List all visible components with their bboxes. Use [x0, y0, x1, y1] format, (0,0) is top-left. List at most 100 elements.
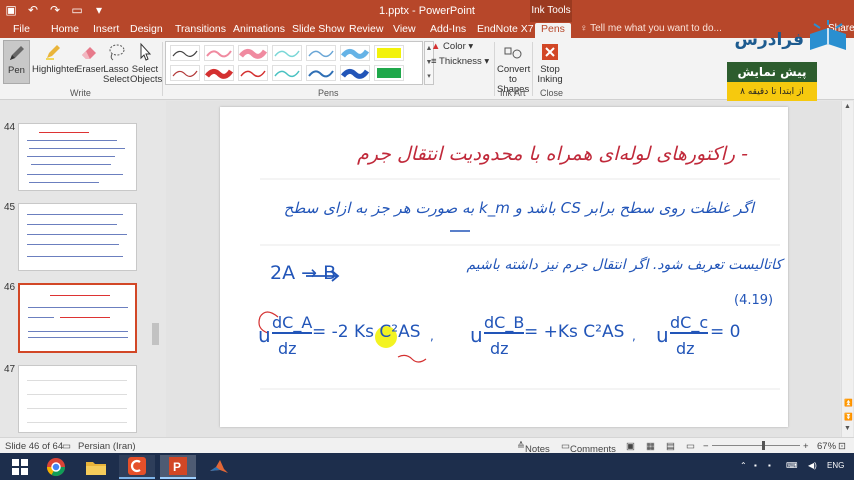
- comments-button[interactable]: ▭ Comments: [561, 441, 616, 455]
- slide-sorter-icon[interactable]: ▦: [646, 441, 655, 452]
- folder-icon: [86, 462, 106, 475]
- pen-swatch[interactable]: [238, 65, 268, 81]
- tab-file[interactable]: File: [13, 23, 30, 35]
- thumb-ink: [28, 307, 128, 308]
- pen-swatch[interactable]: [272, 65, 302, 81]
- scroll-up-icon[interactable]: ▲: [844, 103, 851, 110]
- pen-swatch[interactable]: [374, 65, 404, 81]
- slideshow-view-icon[interactable]: ▭: [686, 441, 695, 452]
- slide-thumbnail[interactable]: [18, 365, 137, 433]
- color-dropdown[interactable]: ▲ Color ▾: [431, 42, 481, 52]
- next-slide-icon[interactable]: ⏬: [844, 413, 853, 421]
- slide-canvas[interactable]: - راکتورهای لوله‌ای همراه با محدودیت انت…: [220, 107, 788, 427]
- pen-swatch[interactable]: [204, 45, 234, 61]
- tab-pens[interactable]: Pens: [535, 23, 571, 38]
- pen-stroke-teal: [274, 70, 300, 78]
- tab-insert[interactable]: Insert: [93, 23, 119, 35]
- status-bar: Slide 46 of 64 ▭ Persian (Iran) ≙ Notes …: [0, 437, 854, 455]
- pen-button[interactable]: Pen: [3, 40, 30, 84]
- select-objects-button[interactable]: Select Objects: [130, 40, 162, 85]
- language-indicator-taskbar[interactable]: ENG: [827, 461, 844, 470]
- tab-endnote[interactable]: EndNote X7: [477, 23, 534, 35]
- lasso-select-button[interactable]: Lasso Select: [103, 40, 129, 85]
- thickness-icon: ≡: [431, 56, 437, 67]
- spellcheck-icon[interactable]: ▭: [62, 441, 71, 452]
- start-button[interactable]: [2, 455, 38, 479]
- slide-thumbnail[interactable]: [18, 203, 137, 271]
- pen-label: Pen: [8, 65, 25, 76]
- prev-slide-icon[interactable]: ⏫: [844, 399, 853, 407]
- pen-swatch[interactable]: [204, 65, 234, 81]
- thumbnails-scrollbar[interactable]: [151, 105, 160, 431]
- slide-thumbnail[interactable]: [18, 123, 137, 191]
- thumb-ink: [27, 140, 117, 141]
- language-indicator[interactable]: Persian (Iran): [78, 441, 136, 452]
- pen-swatch[interactable]: [170, 45, 200, 61]
- pen-swatch[interactable]: [340, 65, 370, 81]
- chrome-icon: [47, 458, 65, 477]
- tell-me-search[interactable]: ♀ Tell me what you want to do...: [580, 23, 722, 34]
- tab-review[interactable]: Review: [349, 23, 383, 35]
- book-logo-icon: [810, 20, 846, 50]
- tray-app-icon[interactable]: ▪: [754, 461, 757, 470]
- pen-stroke-pink: [206, 50, 232, 58]
- thumb-ink: [27, 174, 123, 175]
- ink-art-group-label: Ink Art: [500, 88, 526, 98]
- pen-stroke-navy: [308, 70, 334, 78]
- thickness-dropdown[interactable]: ≡ Thickness ▾: [431, 57, 491, 67]
- tab-animations[interactable]: Animations: [233, 23, 285, 35]
- lightbulb-icon: ♀: [580, 23, 591, 34]
- slide-thumbnails-pane: 44 45 46 47: [0, 101, 164, 437]
- eq3-denominator: dz: [676, 339, 695, 358]
- pen-swatch[interactable]: [238, 45, 268, 61]
- lasso-icon: [109, 44, 125, 61]
- thumb-ink: [39, 132, 89, 133]
- slide-thumbnail-active[interactable]: [18, 283, 137, 353]
- thumb-ink: [27, 224, 117, 225]
- pen-swatch[interactable]: [306, 65, 336, 81]
- thumb-ink: [28, 337, 128, 338]
- camtasia-taskbar-button[interactable]: [119, 455, 155, 479]
- tray-chevron-icon[interactable]: ⌃: [740, 461, 747, 470]
- slide-heading: - راکتورهای لوله‌ای همراه با محدودیت انت…: [356, 143, 748, 165]
- pen-swatch[interactable]: [374, 45, 404, 61]
- zoom-level[interactable]: 67%: [817, 441, 836, 452]
- slide-scrollbar[interactable]: ▲ ⏫ ⏬ ▼: [841, 101, 853, 437]
- normal-view-icon[interactable]: ▣: [626, 441, 635, 452]
- file-explorer-taskbar-button[interactable]: [78, 455, 114, 479]
- pen-swatch[interactable]: [306, 45, 336, 61]
- highlighter-icon: [46, 45, 60, 60]
- matlab-taskbar-button[interactable]: [201, 455, 237, 479]
- eq1-rhs: = -2 Ks C²AS: [312, 322, 421, 342]
- zoom-in-icon[interactable]: +: [803, 441, 809, 452]
- tab-view[interactable]: View: [393, 23, 416, 35]
- chrome-taskbar-button[interactable]: [38, 455, 74, 479]
- reading-view-icon[interactable]: ▤: [666, 441, 675, 452]
- tray-app-icon[interactable]: ▪: [768, 461, 771, 470]
- pen-swatch[interactable]: [170, 65, 200, 81]
- scroll-thumb[interactable]: [152, 323, 159, 345]
- eq3-numerator: dC_c: [670, 313, 709, 334]
- powerpoint-taskbar-button[interactable]: P: [160, 455, 196, 479]
- zoom-slider-handle[interactable]: [762, 441, 765, 450]
- zoom-out-icon[interactable]: −: [703, 441, 709, 452]
- tab-add-ins[interactable]: Add-Ins: [430, 23, 466, 35]
- tab-home[interactable]: Home: [51, 23, 79, 35]
- highlighter-button[interactable]: Highlighter: [32, 40, 77, 84]
- pen-swatch[interactable]: [340, 45, 370, 61]
- tab-slide-show[interactable]: Slide Show: [292, 23, 345, 35]
- tab-design[interactable]: Design: [130, 23, 163, 35]
- notes-button[interactable]: ≙ Notes: [517, 441, 550, 455]
- convert-to-shapes-button[interactable]: Convert to Shapes: [497, 40, 530, 95]
- pen-swatch[interactable]: [272, 45, 302, 61]
- volume-icon[interactable]: ◀): [808, 461, 817, 470]
- eraser-button[interactable]: Eraser: [76, 40, 104, 84]
- stop-inking-button[interactable]: Stop Inking: [535, 40, 565, 85]
- keyboard-icon[interactable]: ⌨: [786, 461, 798, 470]
- scroll-down-icon[interactable]: ▼: [844, 425, 851, 432]
- thumb-ink: [27, 214, 123, 215]
- tab-transitions[interactable]: Transitions: [175, 23, 226, 35]
- zoom-slider[interactable]: [712, 445, 800, 446]
- fit-to-window-icon[interactable]: ⊡: [838, 441, 846, 452]
- pen-stroke-green: [377, 68, 401, 78]
